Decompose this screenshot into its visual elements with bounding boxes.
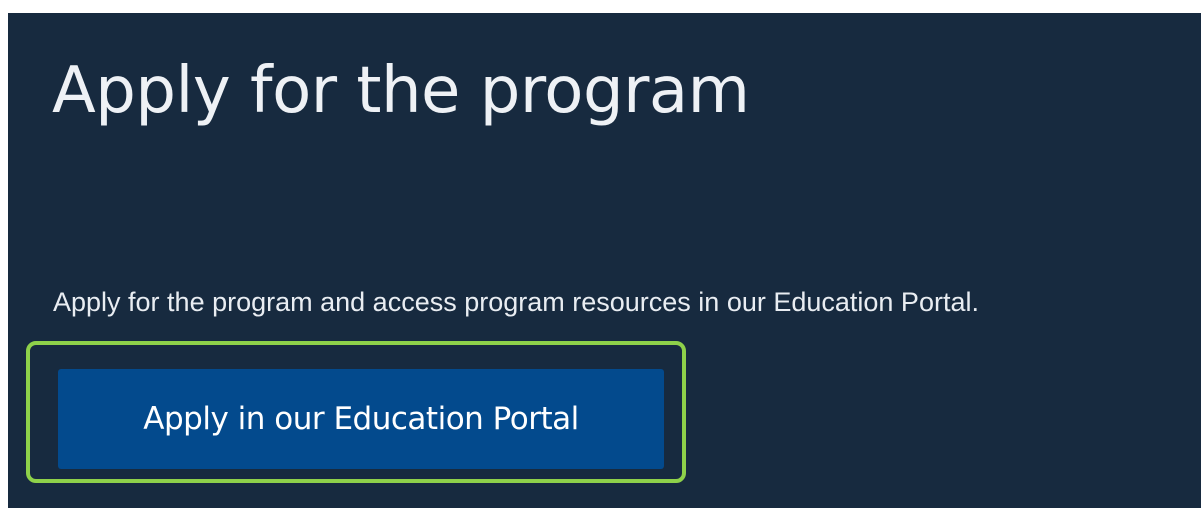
section-description: Apply for the program and access program… [53,287,979,317]
apply-education-portal-button[interactable]: Apply in our Education Portal [58,369,664,469]
button-highlight-outline: Apply in our Education Portal [26,341,686,483]
section-title: Apply for the program [52,54,750,128]
apply-program-panel: Apply for the program Apply for the prog… [8,13,1201,508]
